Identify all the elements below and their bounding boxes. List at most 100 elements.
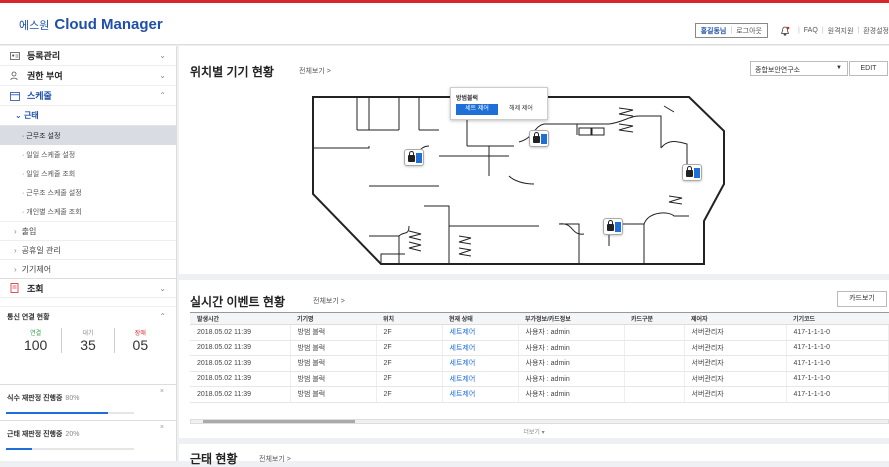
attendance-view-all-link[interactable]: 전체보기 >	[259, 454, 291, 464]
remote-support-link[interactable]: 원격지원	[828, 26, 854, 36]
location-device-panel: 위치별 기기 현황 전체보기 > 종합보안연구소 ▼ EDIT 방범블럭 세트 …	[179, 46, 889, 274]
table-row[interactable]: 2018.05.02 11:39 방범 블럭 2F 세트제어 사용자 : admin 서버…	[190, 340, 889, 356]
attendance-rejudge-progress: 근태 재판정 진행중 20% ×	[0, 420, 177, 456]
table-header-row: 발생시간 기기명 위치 현재 상태 부가정보/카드정보 카드구분 제어자 기기코…	[190, 312, 889, 325]
table-cell: 세트제어	[442, 386, 519, 403]
close-icon[interactable]: ×	[160, 424, 164, 431]
caret-down-icon: ▼	[836, 65, 842, 71]
table-cell: 서버관리자	[684, 324, 787, 341]
set-control-button[interactable]: 세트 제어	[456, 104, 498, 115]
chevron-right-icon: ›	[14, 264, 17, 274]
horizontal-scrollbar[interactable]	[190, 419, 889, 424]
chevron-down-icon: ⌄	[159, 51, 166, 60]
col-extra-info[interactable]: 부가정보/카드정보	[518, 312, 624, 325]
table-cell: 사용자 : admin	[518, 340, 625, 356]
col-status[interactable]: 현재 상태	[442, 312, 518, 325]
location-view-all-link[interactable]: 전체보기 >	[299, 66, 331, 76]
col-card-type[interactable]: 카드구분	[624, 312, 684, 325]
close-icon[interactable]: ×	[160, 388, 164, 395]
device-marker[interactable]	[682, 164, 702, 181]
table-cell: 서버관리자	[684, 355, 787, 372]
sidebar-item-schedule[interactable]: 스케줄 ⌃	[0, 86, 176, 106]
app-logo[interactable]: 에스원 Cloud Manager	[19, 16, 163, 33]
door-icon	[416, 153, 422, 163]
door-icon	[694, 168, 700, 178]
sidebar-item-personal-schedule-view[interactable]: · 개인별 스케줄 조회	[0, 202, 176, 221]
col-device-code[interactable]: 기기코드	[786, 312, 889, 325]
sidebar-item-holiday[interactable]: › 공휴일 관리	[0, 240, 176, 259]
document-search-icon	[10, 283, 19, 293]
chevron-up-icon: ⌃	[159, 91, 166, 100]
table-cell: 서버관리자	[684, 340, 787, 356]
table-cell	[624, 324, 685, 341]
table-row[interactable]: 2018.05.02 11:39 방범 블럭 2F 세트제어 사용자 : admin 서버…	[190, 371, 889, 387]
table-cell: 2018.05.02 11:39	[190, 386, 291, 403]
site-select[interactable]: 종합보안연구소 ▼	[750, 61, 848, 76]
popup-title: 방범블럭	[456, 96, 479, 102]
events-view-all-link[interactable]: 전체보기 >	[313, 296, 345, 306]
col-controller[interactable]: 제어자	[684, 312, 786, 325]
table-row[interactable]: 2018.05.02 11:39 방범 블럭 2F 세트제어 사용자 : admin 서버…	[190, 355, 889, 372]
more-button[interactable]: 더보기 ▾	[179, 427, 889, 436]
sidebar-item-registration[interactable]: 등록관리 ⌄	[0, 46, 176, 66]
table-cell: 417-1-1-1-0	[786, 355, 889, 372]
device-marker[interactable]	[529, 130, 549, 147]
table-cell: 2F	[376, 355, 443, 372]
sidebar-item-access[interactable]: › 출입	[0, 221, 176, 240]
user-key-icon	[10, 71, 18, 80]
table-cell: 2018.05.02 11:39	[190, 371, 291, 387]
attendance-panel: 근태 현황 전체보기 >	[179, 444, 889, 466]
sidebar-item-daily-schedule-setting[interactable]: · 일일 스케줄 설정	[0, 145, 176, 164]
table-cell: 417-1-1-1-0	[786, 371, 889, 387]
table-cell: 방범 블럭	[290, 371, 377, 387]
col-time[interactable]: 발생시간	[190, 312, 290, 325]
events-panel-title: 실시간 이벤트 현황	[190, 295, 285, 309]
user-name[interactable]: 홍길동님	[701, 26, 727, 36]
table-cell: 2018.05.02 11:39	[190, 324, 291, 341]
sidebar-item-device-control[interactable]: › 기기제어	[0, 259, 176, 278]
logout-link[interactable]: 로그아웃	[736, 26, 762, 36]
release-control-button[interactable]: 해제 제어	[500, 104, 542, 115]
sidebar-item-shift-schedule-setting[interactable]: · 근무조 스케줄 설정	[0, 183, 176, 202]
card-view-button[interactable]: 카드보기	[837, 291, 887, 307]
table-cell: 사용자 : admin	[518, 324, 625, 341]
lock-icon	[533, 132, 540, 143]
table-cell: 2F	[376, 340, 443, 356]
location-panel-title: 위치별 기기 현황	[190, 65, 274, 79]
sidebar: 등록관리 ⌄ 권한 부여 ⌄ 스케줄 ⌃ ⌄ 근태 · 근무조 설정 · 일일 …	[0, 46, 177, 461]
door-icon	[541, 134, 547, 144]
conn-status-title[interactable]: 통신 연결 현황 ⌃	[0, 306, 176, 326]
bell-icon[interactable]	[780, 26, 790, 36]
table-cell: 2018.05.02 11:39	[190, 355, 291, 372]
chevron-down-icon: ⌄	[159, 284, 166, 293]
col-location[interactable]: 위치	[376, 312, 442, 325]
table-cell: 방범 블럭	[290, 386, 377, 403]
table-cell: 방범 블럭	[290, 355, 377, 372]
header-utilities: 홍길동님 | 로그아웃 | FAQ | 원격지원 | 환경설정	[694, 23, 889, 38]
sidebar-sub-attendance[interactable]: ⌄ 근태	[0, 106, 176, 126]
table-cell	[624, 340, 685, 356]
table-cell: 417-1-1-1-0	[786, 324, 889, 341]
sidebar-item-permission[interactable]: 권한 부여 ⌄	[0, 66, 176, 86]
conn-waiting: 대기 35	[61, 328, 113, 353]
table-cell: 2F	[376, 371, 443, 387]
sidebar-item-daily-schedule-view[interactable]: · 일일 스케줄 조회	[0, 164, 176, 183]
sidebar-item-lookup[interactable]: 조회 ⌄	[0, 278, 176, 298]
app-header: 에스원 Cloud Manager 홍길동님 | 로그아웃 | FAQ | 원격지…	[0, 3, 889, 45]
col-device[interactable]: 기기명	[290, 312, 376, 325]
sidebar-item-shift-setting[interactable]: · 근무조 설정	[0, 126, 176, 145]
settings-link[interactable]: 환경설정	[863, 26, 889, 36]
device-marker[interactable]	[404, 149, 424, 166]
progress-fill	[6, 448, 32, 450]
table-cell: 서버관리자	[684, 386, 787, 403]
edit-button[interactable]: EDIT	[849, 61, 888, 76]
table-row[interactable]: 2018.05.02 11:39 방범 블럭 2F 세트제어 사용자 : admin 서버…	[190, 324, 889, 341]
chevron-up-icon: ⌃	[159, 312, 166, 321]
conn-connected: 연결 100	[23, 331, 48, 353]
device-marker[interactable]	[603, 218, 623, 235]
table-row[interactable]: 2018.05.02 11:39 방범 블럭 2F 세트제어 사용자 : admin 서버…	[190, 386, 889, 403]
conn-status-counts: 연결 100 대기 35 장애 05	[0, 328, 176, 353]
faq-link[interactable]: FAQ	[804, 27, 818, 34]
table-cell: 서버관리자	[684, 371, 787, 387]
table-cell: 2F	[376, 324, 443, 341]
